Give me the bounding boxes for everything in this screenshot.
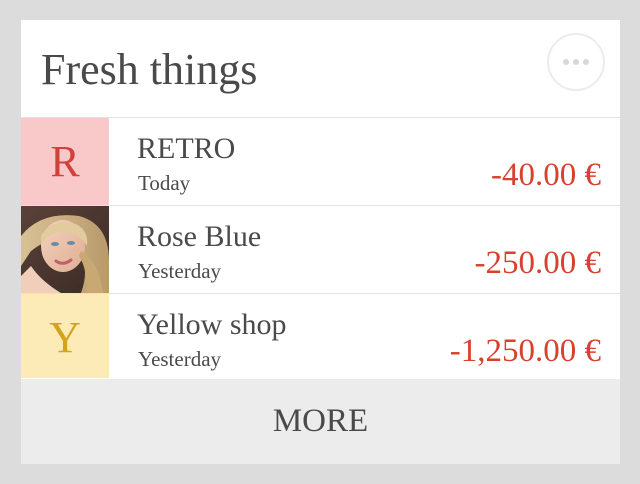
transaction-list: R RETRO Today -40.00 € Rose Blue Yesterd… xyxy=(21,118,620,378)
merchant-avatar: Y xyxy=(21,294,109,378)
transaction-amount: -1,250.00 € xyxy=(449,333,601,369)
avatar-letter: Y xyxy=(49,312,81,362)
transaction-amount: -40.00 € xyxy=(491,157,601,193)
fresh-things-widget: Fresh things R RETRO Today -40.00 € Rose… xyxy=(21,20,620,464)
avatar-letter: R xyxy=(50,136,80,186)
transaction-date: Yesterday xyxy=(138,259,222,283)
more-options-button[interactable] xyxy=(547,33,605,91)
transaction-row-retro[interactable]: R RETRO Today -40.00 € xyxy=(21,118,620,206)
transaction-row-yellow-shop[interactable]: Y Yellow shop Yesterday -1,250.00 € xyxy=(21,294,620,378)
transaction-date: Yesterday xyxy=(138,347,222,371)
profile-photo xyxy=(21,206,109,293)
merchant-avatar-photo xyxy=(21,206,109,293)
transaction-row-rose-blue[interactable]: Rose Blue Yesterday -250.00 € xyxy=(21,206,620,294)
widget-header: Fresh things xyxy=(21,20,620,118)
merchant-avatar: R xyxy=(21,118,109,205)
transaction-amount: -250.00 € xyxy=(474,245,602,281)
transaction-date: Today xyxy=(138,171,191,195)
widget-title: Fresh things xyxy=(41,45,258,94)
transaction-name: Rose Blue xyxy=(137,220,262,253)
more-horizontal-icon xyxy=(563,59,589,65)
transaction-name: Yellow shop xyxy=(137,308,287,341)
transaction-name: RETRO xyxy=(137,132,236,165)
more-button[interactable]: MORE xyxy=(21,379,620,464)
